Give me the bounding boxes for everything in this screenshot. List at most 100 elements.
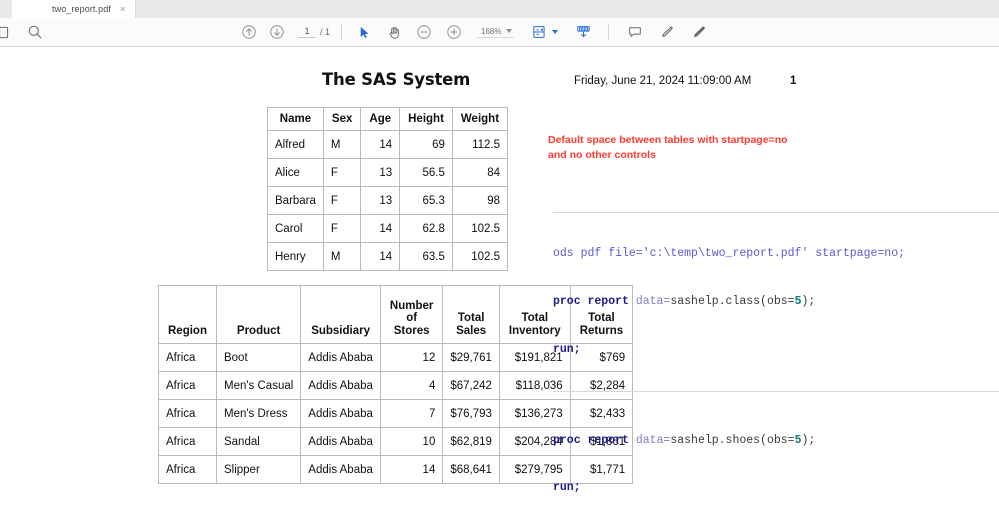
cell-sex: F — [323, 187, 360, 215]
cell-name: Henry — [268, 243, 324, 271]
cell-sales: $68,641 — [443, 456, 500, 484]
cell-height: 63.5 — [400, 243, 453, 271]
sign-icon[interactable] — [688, 21, 710, 43]
cell-sales: $76,793 — [443, 400, 500, 428]
zoom-level-dropdown[interactable]: 168% — [477, 27, 514, 38]
cell-sex: F — [323, 159, 360, 187]
zoom-out-icon[interactable] — [413, 21, 435, 43]
highlight-pen-icon[interactable] — [656, 21, 678, 43]
cell-subsidiary: Addis Ababa — [301, 400, 381, 428]
zoom-level-value: 168% — [481, 27, 501, 36]
cell-age: 14 — [361, 215, 400, 243]
cell-age: 13 — [361, 159, 400, 187]
cell-weight: 98 — [452, 187, 507, 215]
header-line: Total — [458, 312, 485, 324]
table-header-row: Name Sex Age Height Weight — [268, 108, 508, 131]
cell-name: Barbara — [268, 187, 324, 215]
cell-subsidiary: Addis Ababa — [301, 456, 381, 484]
column-header-age: Age — [361, 108, 400, 131]
table-row: Carol F 14 62.8 102.5 — [268, 215, 508, 243]
cell-stores: 10 — [380, 428, 442, 456]
code-line-4: proc report data=sashelp.shoes(obs=5); — [553, 433, 999, 449]
code-token-dataopt: data= — [636, 434, 671, 447]
code-token-dataset: sashelp.shoes(obs= — [670, 434, 794, 447]
cell-sex: M — [323, 131, 360, 159]
cell-name: Alfred — [268, 131, 324, 159]
chevron-down-icon — [506, 29, 512, 33]
comment-icon[interactable] — [624, 21, 646, 43]
toolbar-divider — [341, 24, 342, 40]
cell-age: 14 — [361, 243, 400, 271]
cell-name: Alice — [268, 159, 324, 187]
previous-page-icon[interactable] — [238, 21, 260, 43]
cell-sales: $29,761 — [443, 344, 500, 372]
cell-region: Africa — [159, 344, 217, 372]
header-line: Sales — [456, 325, 486, 337]
code-token-proc: proc report — [553, 434, 636, 447]
fit-page-icon[interactable] — [528, 21, 550, 43]
code-token-tail: ); — [801, 295, 815, 308]
select-tool-icon[interactable] — [353, 21, 375, 43]
cell-height: 56.5 — [400, 159, 453, 187]
cell-region: Africa — [159, 400, 217, 428]
tab-two-report-pdf[interactable]: two_report.pdf × — [12, 0, 136, 18]
pan-hand-icon[interactable] — [383, 21, 405, 43]
page-view-icon[interactable] — [572, 21, 594, 43]
toolbar-divider-2 — [608, 24, 609, 40]
cell-height: 69 — [400, 131, 453, 159]
next-page-icon[interactable] — [266, 21, 288, 43]
table-row: Alfred M 14 69 112.5 — [268, 131, 508, 159]
cell-product: Boot — [216, 344, 300, 372]
search-icon[interactable] — [24, 21, 46, 43]
cell-weight: 102.5 — [452, 215, 507, 243]
cell-age: 14 — [361, 131, 400, 159]
zoom-in-icon[interactable] — [443, 21, 465, 43]
cell-age: 13 — [361, 187, 400, 215]
code-line-1: ods pdf file='c:\temp\two_report.pdf' st… — [553, 246, 999, 262]
header-line: Number — [390, 300, 433, 312]
cell-product: Sandal — [216, 428, 300, 456]
annotation-text: Default space between tables with startp… — [548, 133, 798, 163]
table-row: Henry M 14 63.5 102.5 — [268, 243, 508, 271]
code-line-5: run; — [553, 480, 999, 496]
cell-sex: M — [323, 243, 360, 271]
code-token-dataopt: data= — [636, 295, 671, 308]
tab-title: two_report.pdf — [52, 4, 111, 14]
header-line: Total — [521, 312, 548, 324]
cell-subsidiary: Addis Ababa — [301, 344, 381, 372]
column-header-region: Region — [159, 286, 217, 344]
cell-height: 62.8 — [400, 215, 453, 243]
sidebar-toggle-icon[interactable] — [0, 21, 12, 43]
document-date: Friday, June 21, 2024 11:09:00 AM — [574, 75, 751, 87]
header-line: Region — [168, 325, 207, 337]
code-token-string: 'c:\temp\two_report.pdf' — [643, 247, 809, 260]
cell-weight: 102.5 — [452, 243, 507, 271]
cell-subsidiary: Addis Ababa — [301, 428, 381, 456]
code-token-run: run; — [553, 481, 581, 494]
header-line: Product — [237, 325, 280, 337]
code-token-stmt: ods pdf — [553, 247, 608, 260]
close-icon[interactable]: × — [118, 5, 127, 14]
cell-subsidiary: Addis Ababa — [301, 372, 381, 400]
column-header-subsidiary: Subsidiary — [301, 286, 381, 344]
code-line-3: run; — [553, 342, 999, 358]
column-header-product: Product — [216, 286, 300, 344]
table-row: Alice F 13 56.5 84 — [268, 159, 508, 187]
cell-sales: $67,242 — [443, 372, 500, 400]
page-total-label: / 1 — [320, 27, 330, 37]
cell-region: Africa — [159, 428, 217, 456]
code-line-2: proc report data=sashelp.class(obs=5); — [553, 294, 999, 310]
cell-product: Men's Dress — [216, 400, 300, 428]
cell-region: Africa — [159, 372, 217, 400]
cell-product: Men's Casual — [216, 372, 300, 400]
page-number-input[interactable] — [298, 26, 316, 38]
cell-sales: $62,819 — [443, 428, 500, 456]
code-rule-middle — [553, 391, 999, 392]
tab-strip-empty-area — [165, 0, 999, 18]
cell-stores: 14 — [380, 456, 442, 484]
table-row: Barbara F 13 65.3 98 — [268, 187, 508, 215]
fit-page-chevron-icon[interactable] — [552, 30, 558, 34]
page-title: The SAS System — [322, 70, 470, 89]
cell-stores: 4 — [380, 372, 442, 400]
cell-height: 65.3 — [400, 187, 453, 215]
